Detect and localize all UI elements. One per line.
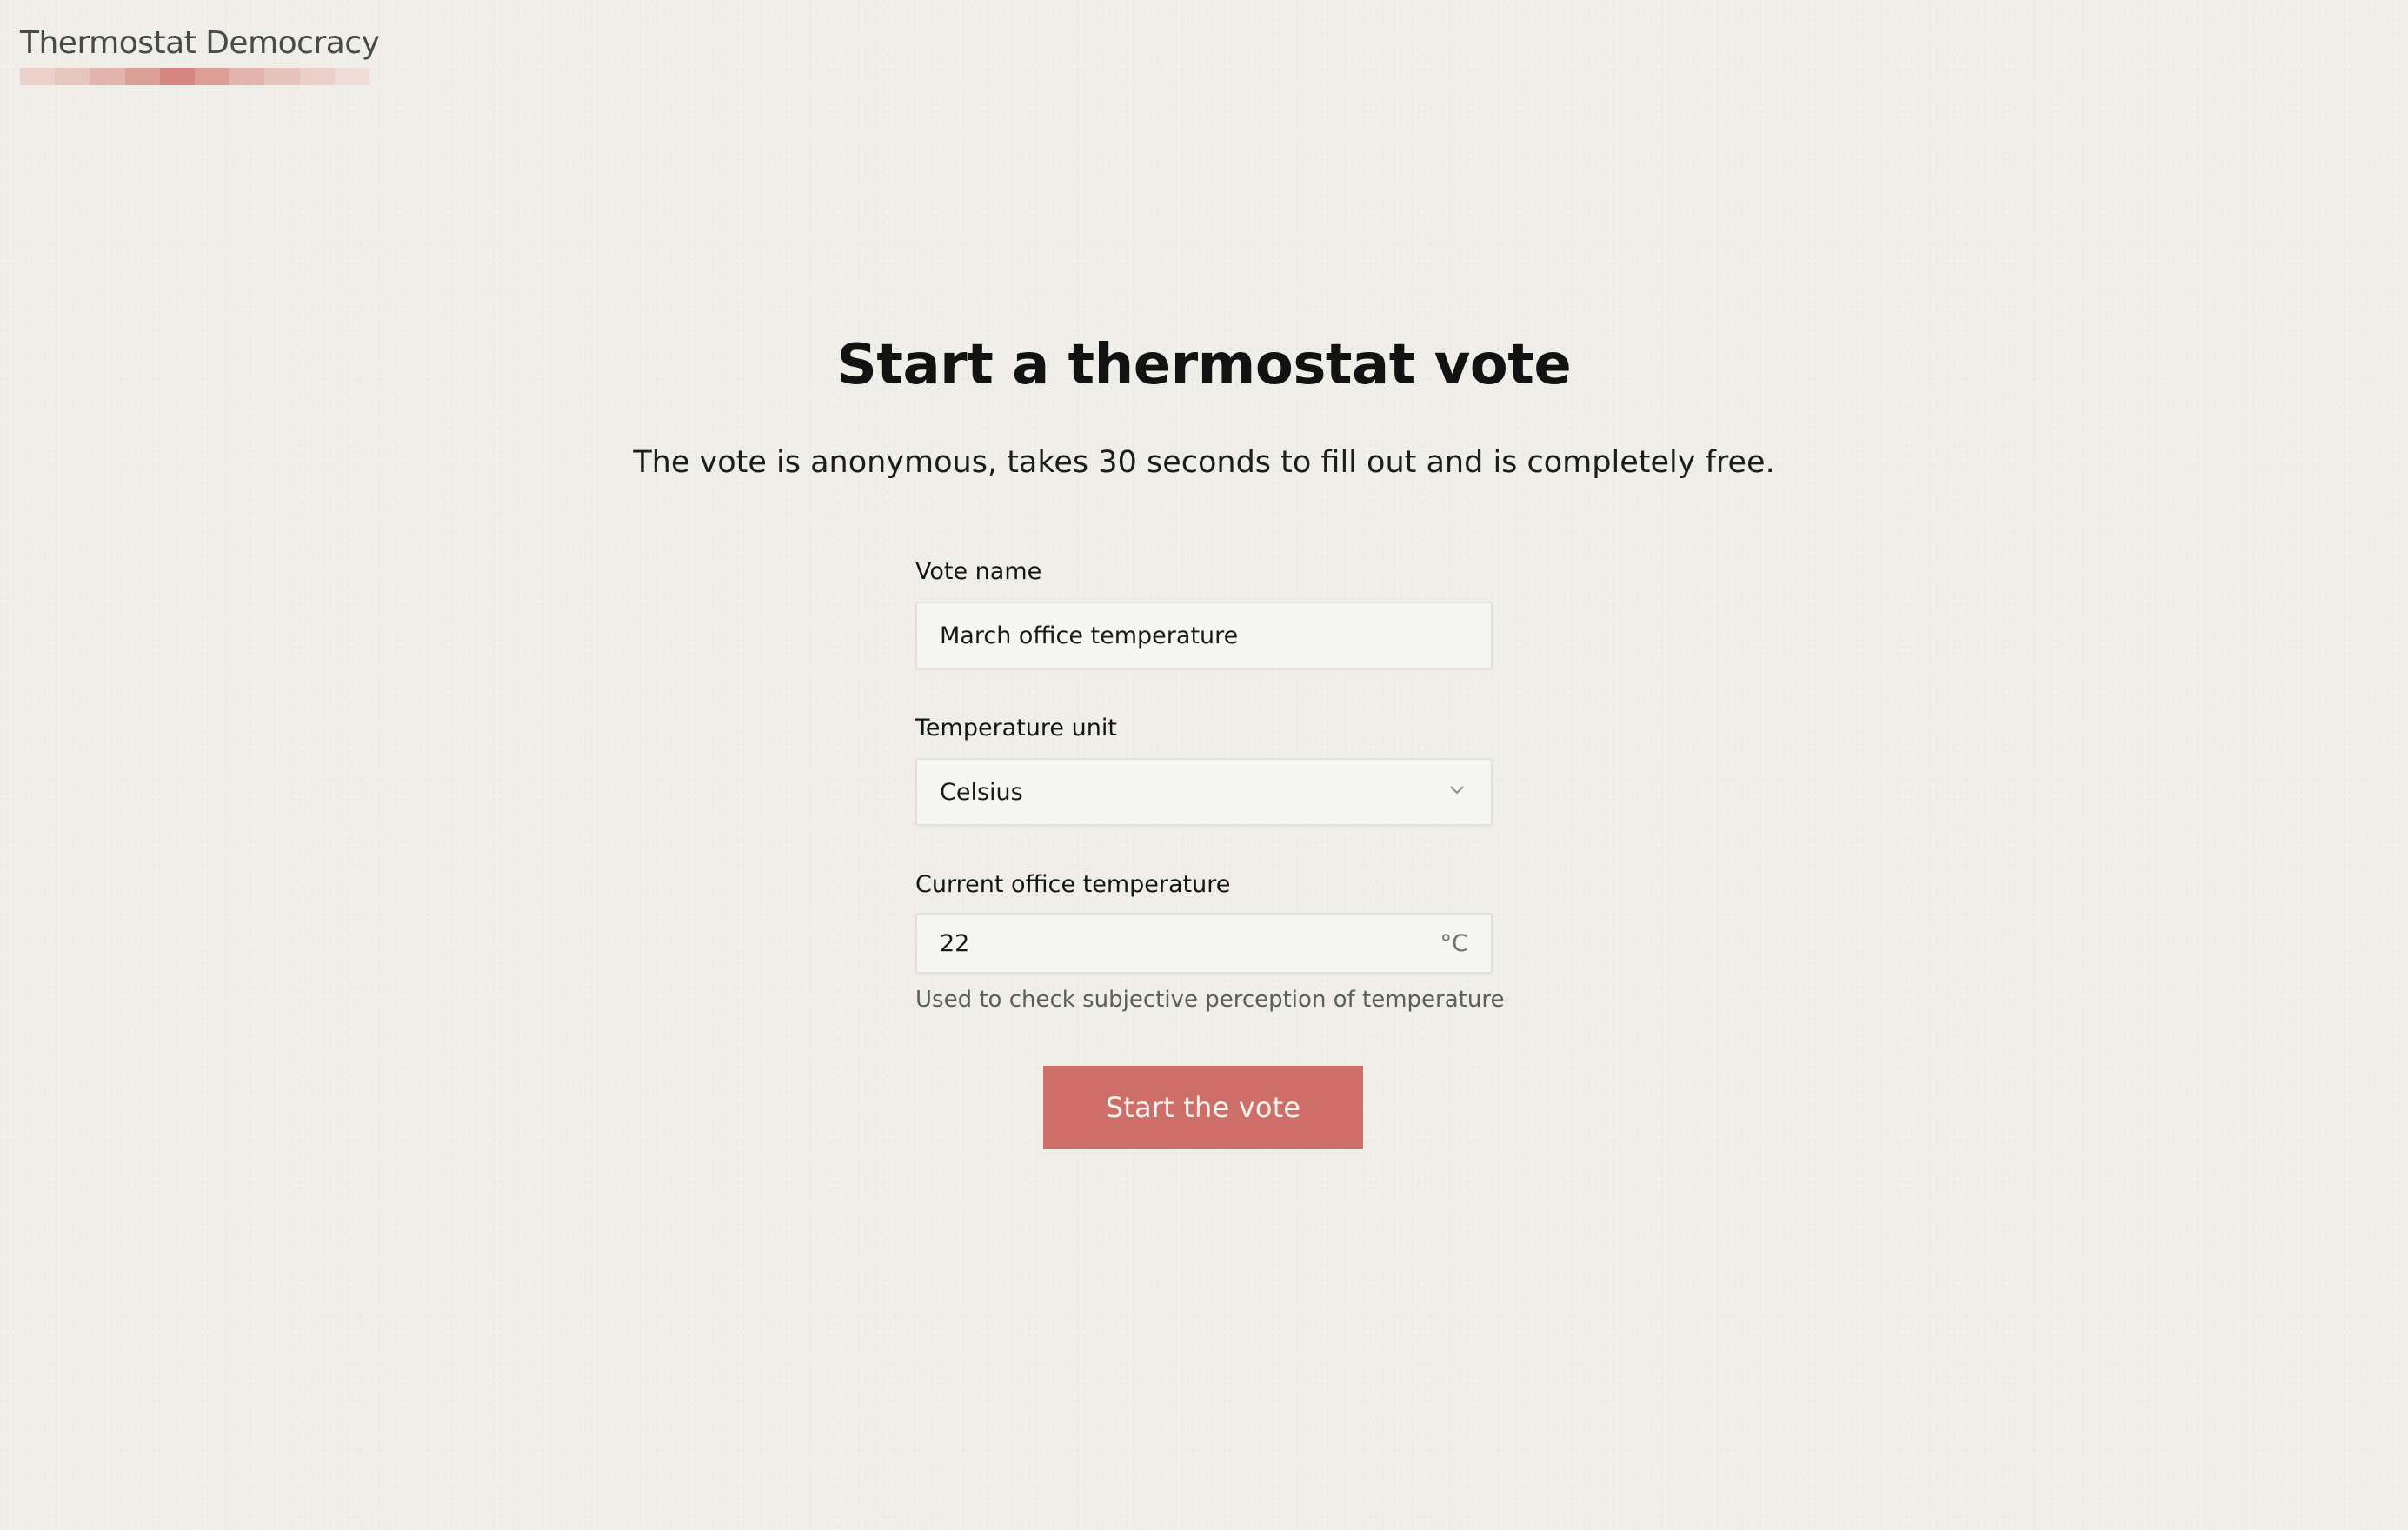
brand-underline-segment: [55, 68, 90, 85]
vote-name-group: Vote name March office temperature: [915, 556, 1493, 669]
brand-underline-segment: [195, 68, 230, 85]
brand-underline-segment: [334, 68, 370, 85]
brand-underline-segment: [159, 68, 196, 85]
temperature-unit-value[interactable]: Celsius: [940, 779, 1449, 806]
brand[interactable]: Thermostat Democracy: [20, 23, 380, 85]
vote-name-label: Vote name: [915, 558, 1042, 585]
temperature-unit-select[interactable]: Celsius: [915, 758, 1493, 826]
brand-underline-segment: [299, 68, 335, 85]
brand-underline-segment: [90, 68, 125, 85]
brand-underline-segment: [229, 68, 265, 85]
brand-underline-segment: [20, 68, 56, 85]
vote-name-input[interactable]: March office temperature: [915, 602, 1493, 669]
current-temperature-hint: Used to check subjective perception of t…: [915, 987, 1505, 1013]
temperature-unit-suffix: °C: [1440, 929, 1468, 957]
current-temperature-label: Current office temperature: [915, 871, 1231, 898]
current-temperature-group: Current office temperature 22 °C Used to…: [915, 869, 1505, 1015]
brand-underline-segment: [124, 68, 160, 85]
brand-underline: [20, 68, 370, 85]
page-subtitle: The vote is anonymous, takes 30 seconds …: [633, 445, 1775, 480]
brand-underline-segment: [264, 68, 300, 85]
temperature-unit-label: Temperature unit: [915, 715, 1117, 742]
current-temperature-value[interactable]: 22: [940, 930, 1440, 957]
current-temperature-input[interactable]: 22 °C: [915, 913, 1493, 974]
vote-name-value[interactable]: March office temperature: [940, 622, 1468, 649]
vote-form: Vote name March office temperature Tempe…: [915, 556, 1505, 1015]
brand-name[interactable]: Thermostat Democracy: [20, 23, 380, 64]
start-vote-button[interactable]: Start the vote: [1043, 1066, 1363, 1149]
chevron-down-icon[interactable]: [1449, 785, 1464, 799]
temperature-unit-group: Temperature unit Celsius: [915, 713, 1493, 826]
page-title: Start a thermostat vote: [836, 333, 1572, 397]
